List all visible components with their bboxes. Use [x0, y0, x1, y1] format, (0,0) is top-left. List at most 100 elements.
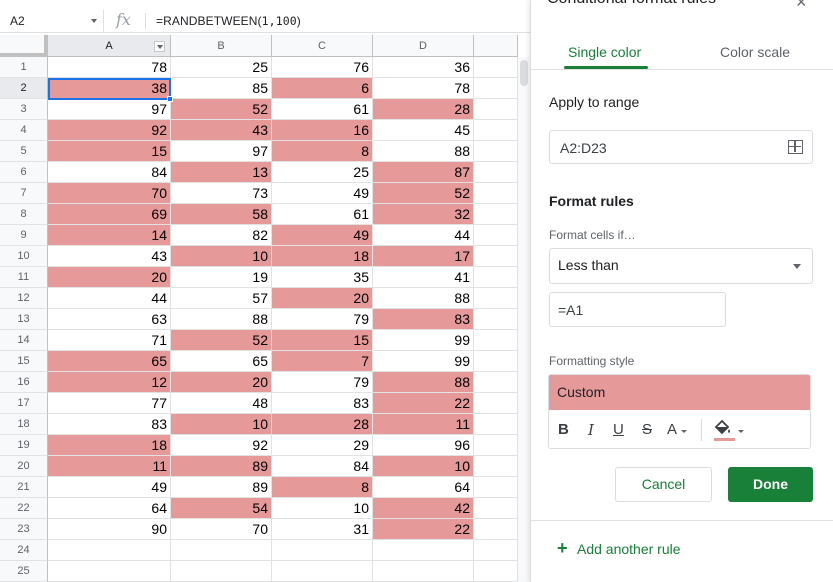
cell-blank[interactable]	[474, 540, 518, 561]
cell-c23[interactable]: 31	[272, 519, 373, 540]
cell-d6[interactable]: 87	[373, 162, 474, 183]
cell-c3[interactable]: 61	[272, 99, 373, 120]
name-box[interactable]: A2	[0, 10, 104, 32]
cell-c5[interactable]: 8	[272, 141, 373, 162]
cell-a9[interactable]: 14	[48, 225, 171, 246]
row-header[interactable]: 9	[0, 225, 48, 246]
cell-d22[interactable]: 42	[373, 498, 474, 519]
cell-a18[interactable]: 83	[48, 414, 171, 435]
tab-single-color[interactable]: Single color	[568, 44, 641, 60]
cell-d21[interactable]: 64	[373, 477, 474, 498]
row-header[interactable]: 10	[0, 246, 48, 267]
row-header[interactable]: 4	[0, 120, 48, 141]
cell-b17[interactable]: 48	[171, 393, 272, 414]
cell-a5[interactable]: 15	[48, 141, 171, 162]
cell-c6[interactable]: 25	[272, 162, 373, 183]
row-header[interactable]: 25	[0, 561, 48, 582]
cell-a21[interactable]: 49	[48, 477, 171, 498]
cell-b16[interactable]: 20	[171, 372, 272, 393]
fill-handle[interactable]	[167, 96, 173, 102]
cell-d24[interactable]	[373, 540, 474, 561]
cell-blank[interactable]	[474, 351, 518, 372]
cell-c13[interactable]: 79	[272, 309, 373, 330]
cell-blank[interactable]	[474, 519, 518, 540]
cell-c2[interactable]: 6	[272, 78, 373, 99]
column-header-a[interactable]: A	[48, 35, 171, 57]
cell-c10[interactable]: 18	[272, 246, 373, 267]
row-header[interactable]: 17	[0, 393, 48, 414]
cell-c20[interactable]: 84	[272, 456, 373, 477]
cell-a2[interactable]: 38	[48, 78, 171, 99]
cell-b9[interactable]: 82	[171, 225, 272, 246]
column-header-c[interactable]: C	[272, 35, 373, 57]
underline-button[interactable]: U	[613, 420, 624, 440]
row-header[interactable]: 22	[0, 498, 48, 519]
row-header[interactable]: 2	[0, 78, 48, 99]
cell-a23[interactable]: 90	[48, 519, 171, 540]
chevron-down-icon[interactable]	[91, 19, 97, 23]
row-header[interactable]: 8	[0, 204, 48, 225]
bold-button[interactable]: B	[558, 420, 569, 440]
cell-d4[interactable]: 45	[373, 120, 474, 141]
cell-b11[interactable]: 19	[171, 267, 272, 288]
cell-blank[interactable]	[474, 330, 518, 351]
cell-b22[interactable]: 54	[171, 498, 272, 519]
cell-blank[interactable]	[474, 288, 518, 309]
cell-blank[interactable]	[474, 498, 518, 519]
chevron-down-icon[interactable]	[738, 430, 744, 433]
cell-a7[interactable]: 70	[48, 183, 171, 204]
cell-c24[interactable]	[272, 540, 373, 561]
row-header[interactable]: 1	[0, 57, 48, 78]
tab-color-scale[interactable]: Color scale	[720, 44, 790, 60]
cell-blank[interactable]	[474, 162, 518, 183]
scrollbar-thumb[interactable]	[520, 60, 528, 86]
row-header[interactable]: 20	[0, 456, 48, 477]
cell-blank[interactable]	[474, 456, 518, 477]
row-header[interactable]: 11	[0, 267, 48, 288]
cell-blank[interactable]	[474, 309, 518, 330]
cell-b12[interactable]: 57	[171, 288, 272, 309]
cell-a22[interactable]: 64	[48, 498, 171, 519]
cell-d20[interactable]: 10	[373, 456, 474, 477]
row-header[interactable]: 13	[0, 309, 48, 330]
cell-a12[interactable]: 44	[48, 288, 171, 309]
cell-b24[interactable]	[171, 540, 272, 561]
cell-d5[interactable]: 88	[373, 141, 474, 162]
cell-blank[interactable]	[474, 435, 518, 456]
cell-d15[interactable]: 99	[373, 351, 474, 372]
cell-blank[interactable]	[474, 204, 518, 225]
cell-c7[interactable]: 49	[272, 183, 373, 204]
row-header[interactable]: 7	[0, 183, 48, 204]
cell-b1[interactable]: 25	[171, 57, 272, 78]
cell-b7[interactable]: 73	[171, 183, 272, 204]
cell-blank[interactable]	[474, 246, 518, 267]
spreadsheet-grid[interactable]: ABCD 1 78 25 76 36 2 38 85 6 78 3 97 52 61 28 4 92 43 16 45…	[0, 35, 530, 582]
cell-c9[interactable]: 49	[272, 225, 373, 246]
cell-c11[interactable]: 35	[272, 267, 373, 288]
row-header[interactable]: 23	[0, 519, 48, 540]
close-icon[interactable]: ×	[796, 0, 807, 13]
cell-d8[interactable]: 32	[373, 204, 474, 225]
cell-d25[interactable]	[373, 561, 474, 582]
cell-b8[interactable]: 58	[171, 204, 272, 225]
cell-c8[interactable]: 61	[272, 204, 373, 225]
value-field[interactable]: =A1	[549, 292, 726, 327]
cell-b6[interactable]: 13	[171, 162, 272, 183]
style-preview[interactable]: Custom	[549, 375, 810, 410]
cell-d3[interactable]: 28	[373, 99, 474, 120]
filter-icon[interactable]	[154, 41, 165, 52]
cell-c1[interactable]: 76	[272, 57, 373, 78]
text-color-button[interactable]: A	[667, 420, 677, 440]
cell-a11[interactable]: 20	[48, 267, 171, 288]
cell-c14[interactable]: 15	[272, 330, 373, 351]
cell-c22[interactable]: 10	[272, 498, 373, 519]
cell-d19[interactable]: 96	[373, 435, 474, 456]
formula-input[interactable]: =RANDBETWEEN(1,100)	[156, 14, 301, 28]
cell-a6[interactable]: 84	[48, 162, 171, 183]
cell-b13[interactable]: 88	[171, 309, 272, 330]
row-header[interactable]: 15	[0, 351, 48, 372]
cell-b20[interactable]: 89	[171, 456, 272, 477]
row-header[interactable]: 12	[0, 288, 48, 309]
cell-b5[interactable]: 97	[171, 141, 272, 162]
cell-b19[interactable]: 92	[171, 435, 272, 456]
